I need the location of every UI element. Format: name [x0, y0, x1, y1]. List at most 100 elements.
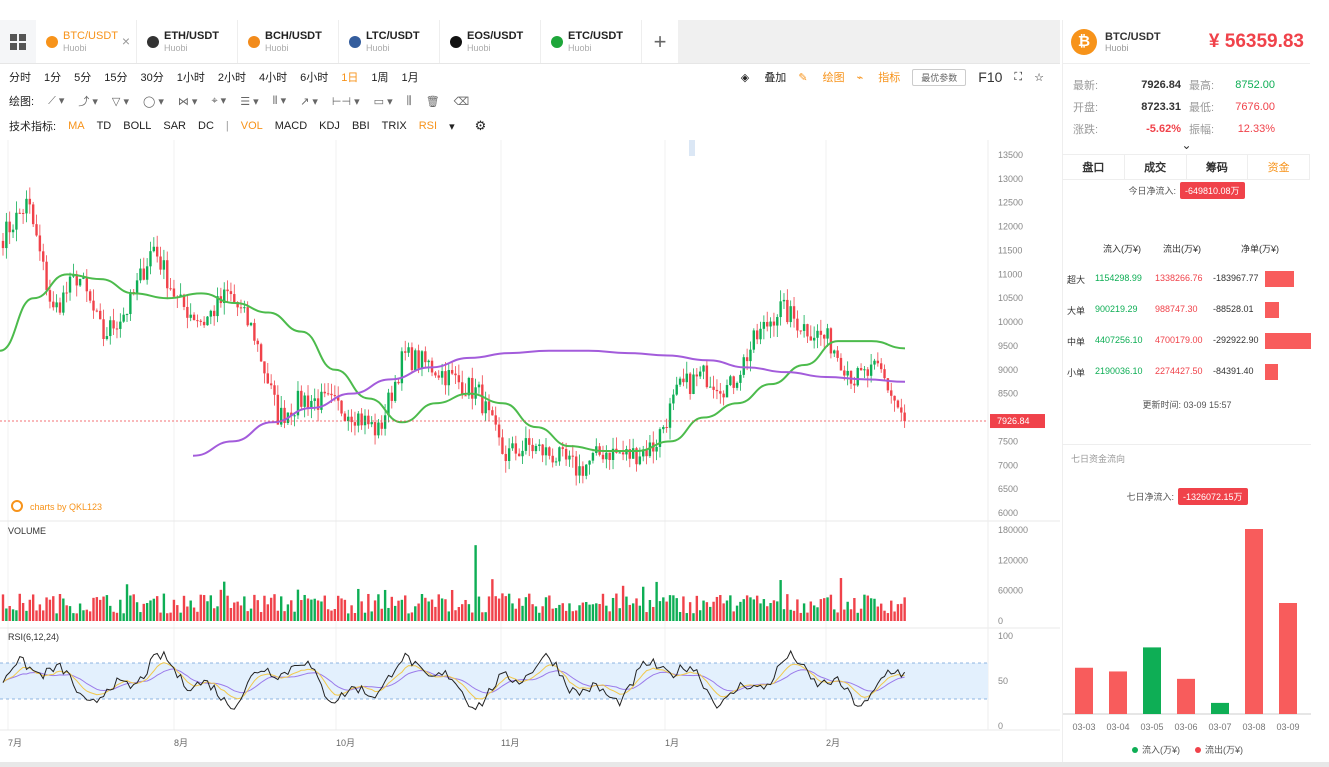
candle-body: [186, 306, 189, 318]
panel-tab-2[interactable]: 筹码: [1187, 155, 1249, 179]
indicator-more-icon[interactable]: ▾: [449, 120, 455, 133]
settings-gear-icon[interactable]: ⚙: [475, 118, 487, 134]
candle-body: [212, 310, 216, 317]
volume-bar: [82, 610, 85, 621]
pattern-tool-icon[interactable]: ⌖ ▾: [211, 94, 226, 108]
fib-tool-icon[interactable]: ⋈ ▾: [178, 95, 198, 108]
measure-tool-icon[interactable]: ⊢⊣ ▾: [332, 95, 360, 108]
panel-tab-0[interactable]: 盘口: [1063, 155, 1125, 179]
note-tool-icon[interactable]: ▭ ▾: [374, 95, 393, 108]
candle-body: [125, 314, 129, 316]
indicator-rsi[interactable]: RSI: [419, 120, 437, 132]
eraser-icon[interactable]: ⌫: [454, 95, 470, 108]
pair-tabs: BTC/USDT Huobi × ETH/USDT Huobi BCH/USDT Huobi…: [36, 20, 642, 63]
candle-body: [766, 321, 769, 327]
indicator-trix[interactable]: TRIX: [382, 120, 407, 132]
candle-body: [226, 289, 229, 292]
volume-bar: [688, 602, 692, 621]
levels-tool-icon[interactable]: ☰ ▾: [240, 95, 258, 108]
indicator-dc[interactable]: DC: [198, 120, 214, 132]
bottom-scrollbar[interactable]: [0, 762, 1329, 767]
indicator-macd[interactable]: MACD: [275, 120, 307, 132]
indicator-sar[interactable]: SAR: [163, 120, 186, 132]
panel-tab-3[interactable]: 资金: [1248, 155, 1310, 179]
candle-body: [464, 395, 467, 397]
scroll-marker[interactable]: [689, 140, 695, 156]
interval-4[interactable]: 30分: [141, 69, 164, 85]
candle-body: [672, 394, 675, 404]
indicator-ma[interactable]: MA: [68, 120, 85, 132]
interval-9[interactable]: 1日: [341, 69, 358, 85]
panel-tab-1[interactable]: 成交: [1125, 155, 1187, 179]
pair-tab-ltc[interactable]: LTC/USDT Huobi: [339, 20, 440, 63]
candle-body: [742, 357, 745, 375]
f10-button[interactable]: F10: [978, 69, 1002, 85]
pair-tab-btc[interactable]: BTC/USDT Huobi ×: [36, 20, 137, 63]
candle-body: [55, 302, 58, 308]
tab-exchange-label: Huobi: [467, 42, 491, 53]
candle-body: [162, 260, 166, 270]
add-tab-button[interactable]: +: [642, 20, 678, 63]
interval-2[interactable]: 5分: [74, 69, 91, 85]
grid-menu-icon[interactable]: [0, 20, 36, 63]
candle-body: [424, 351, 427, 363]
indicator-kdj[interactable]: KDJ: [319, 120, 340, 132]
volume-bar: [806, 612, 809, 621]
bars-tool-icon[interactable]: ⫼: [407, 95, 412, 108]
interval-8[interactable]: 6小时: [300, 69, 328, 85]
volume-bar: [645, 612, 648, 621]
pair-tab-bch[interactable]: BCH/USDT Huobi: [238, 20, 339, 63]
indicator-td[interactable]: TD: [97, 120, 112, 132]
candle-body: [471, 377, 474, 399]
kline-chart[interactable]: 1350013000125001200011500110001050010000…: [0, 140, 1060, 762]
volume-bar: [424, 597, 427, 621]
line-tool-icon[interactable]: ⟋ ▾: [48, 94, 64, 108]
interval-6[interactable]: 2小时: [218, 69, 246, 85]
volume-bar: [249, 608, 253, 621]
interval-10[interactable]: 1周: [371, 69, 388, 85]
volume-bar: [373, 600, 377, 621]
indicator-bbi[interactable]: BBI: [352, 120, 370, 132]
volume-bar: [437, 594, 440, 621]
volume-bar: [776, 601, 779, 621]
volume-bar: [481, 612, 484, 621]
interval-3[interactable]: 15分: [104, 69, 127, 85]
indicator-boll[interactable]: BOLL: [123, 120, 151, 132]
close-tab-icon[interactable]: ×: [122, 33, 130, 49]
channel-tool-icon[interactable]: ▽ ▾: [112, 95, 129, 108]
pair-tab-eos[interactable]: EOS/USDT Huobi: [440, 20, 541, 63]
candle-body: [859, 368, 863, 371]
overlay-button[interactable]: ◈ 叠加: [741, 69, 787, 85]
ray-tool-icon[interactable]: ⤴ ▾: [78, 93, 98, 109]
volume-bar: [75, 613, 78, 621]
volume-bar: [534, 606, 538, 621]
interval-7[interactable]: 4小时: [259, 69, 287, 85]
shape-tool-icon[interactable]: ◯ ▾: [143, 95, 164, 108]
pair-tab-etc[interactable]: ETC/USDT Huobi: [541, 20, 642, 63]
fullscreen-icon[interactable]: ⛶: [1014, 71, 1022, 84]
interval-0[interactable]: 分时: [9, 69, 31, 85]
arrow-tool-icon[interactable]: ↗ ▾: [300, 95, 318, 108]
indicator-vol[interactable]: VOL: [241, 120, 263, 132]
seven-bar-03-03: [1075, 667, 1093, 714]
candle-body: [390, 392, 394, 401]
gann-tool-icon[interactable]: ⦀ ▾: [273, 94, 286, 108]
interval-11[interactable]: 1月: [402, 69, 419, 85]
expand-chevron-icon[interactable]: ⌄: [1063, 139, 1310, 152]
candle-body: [812, 337, 816, 341]
stat-key: 开盘:: [1073, 102, 1099, 114]
candle-body: [605, 452, 608, 460]
volume-bar: [52, 596, 55, 621]
candle-body: [45, 261, 48, 291]
trash-icon[interactable]: 🗑: [426, 95, 440, 108]
draw-button[interactable]: ✎ 绘图: [798, 69, 844, 85]
indicator-button[interactable]: ⌁ 指标: [857, 69, 901, 85]
seven-bar-03-05: [1143, 647, 1161, 714]
params-button[interactable]: 最优参数: [912, 68, 967, 86]
candle-body: [544, 447, 548, 456]
interval-5[interactable]: 1小时: [177, 69, 205, 85]
interval-1[interactable]: 1分: [44, 69, 61, 85]
pair-tab-eth[interactable]: ETH/USDT Huobi: [137, 20, 238, 63]
star-icon[interactable]: ☆: [1034, 71, 1044, 84]
volume-bar: [323, 595, 326, 621]
